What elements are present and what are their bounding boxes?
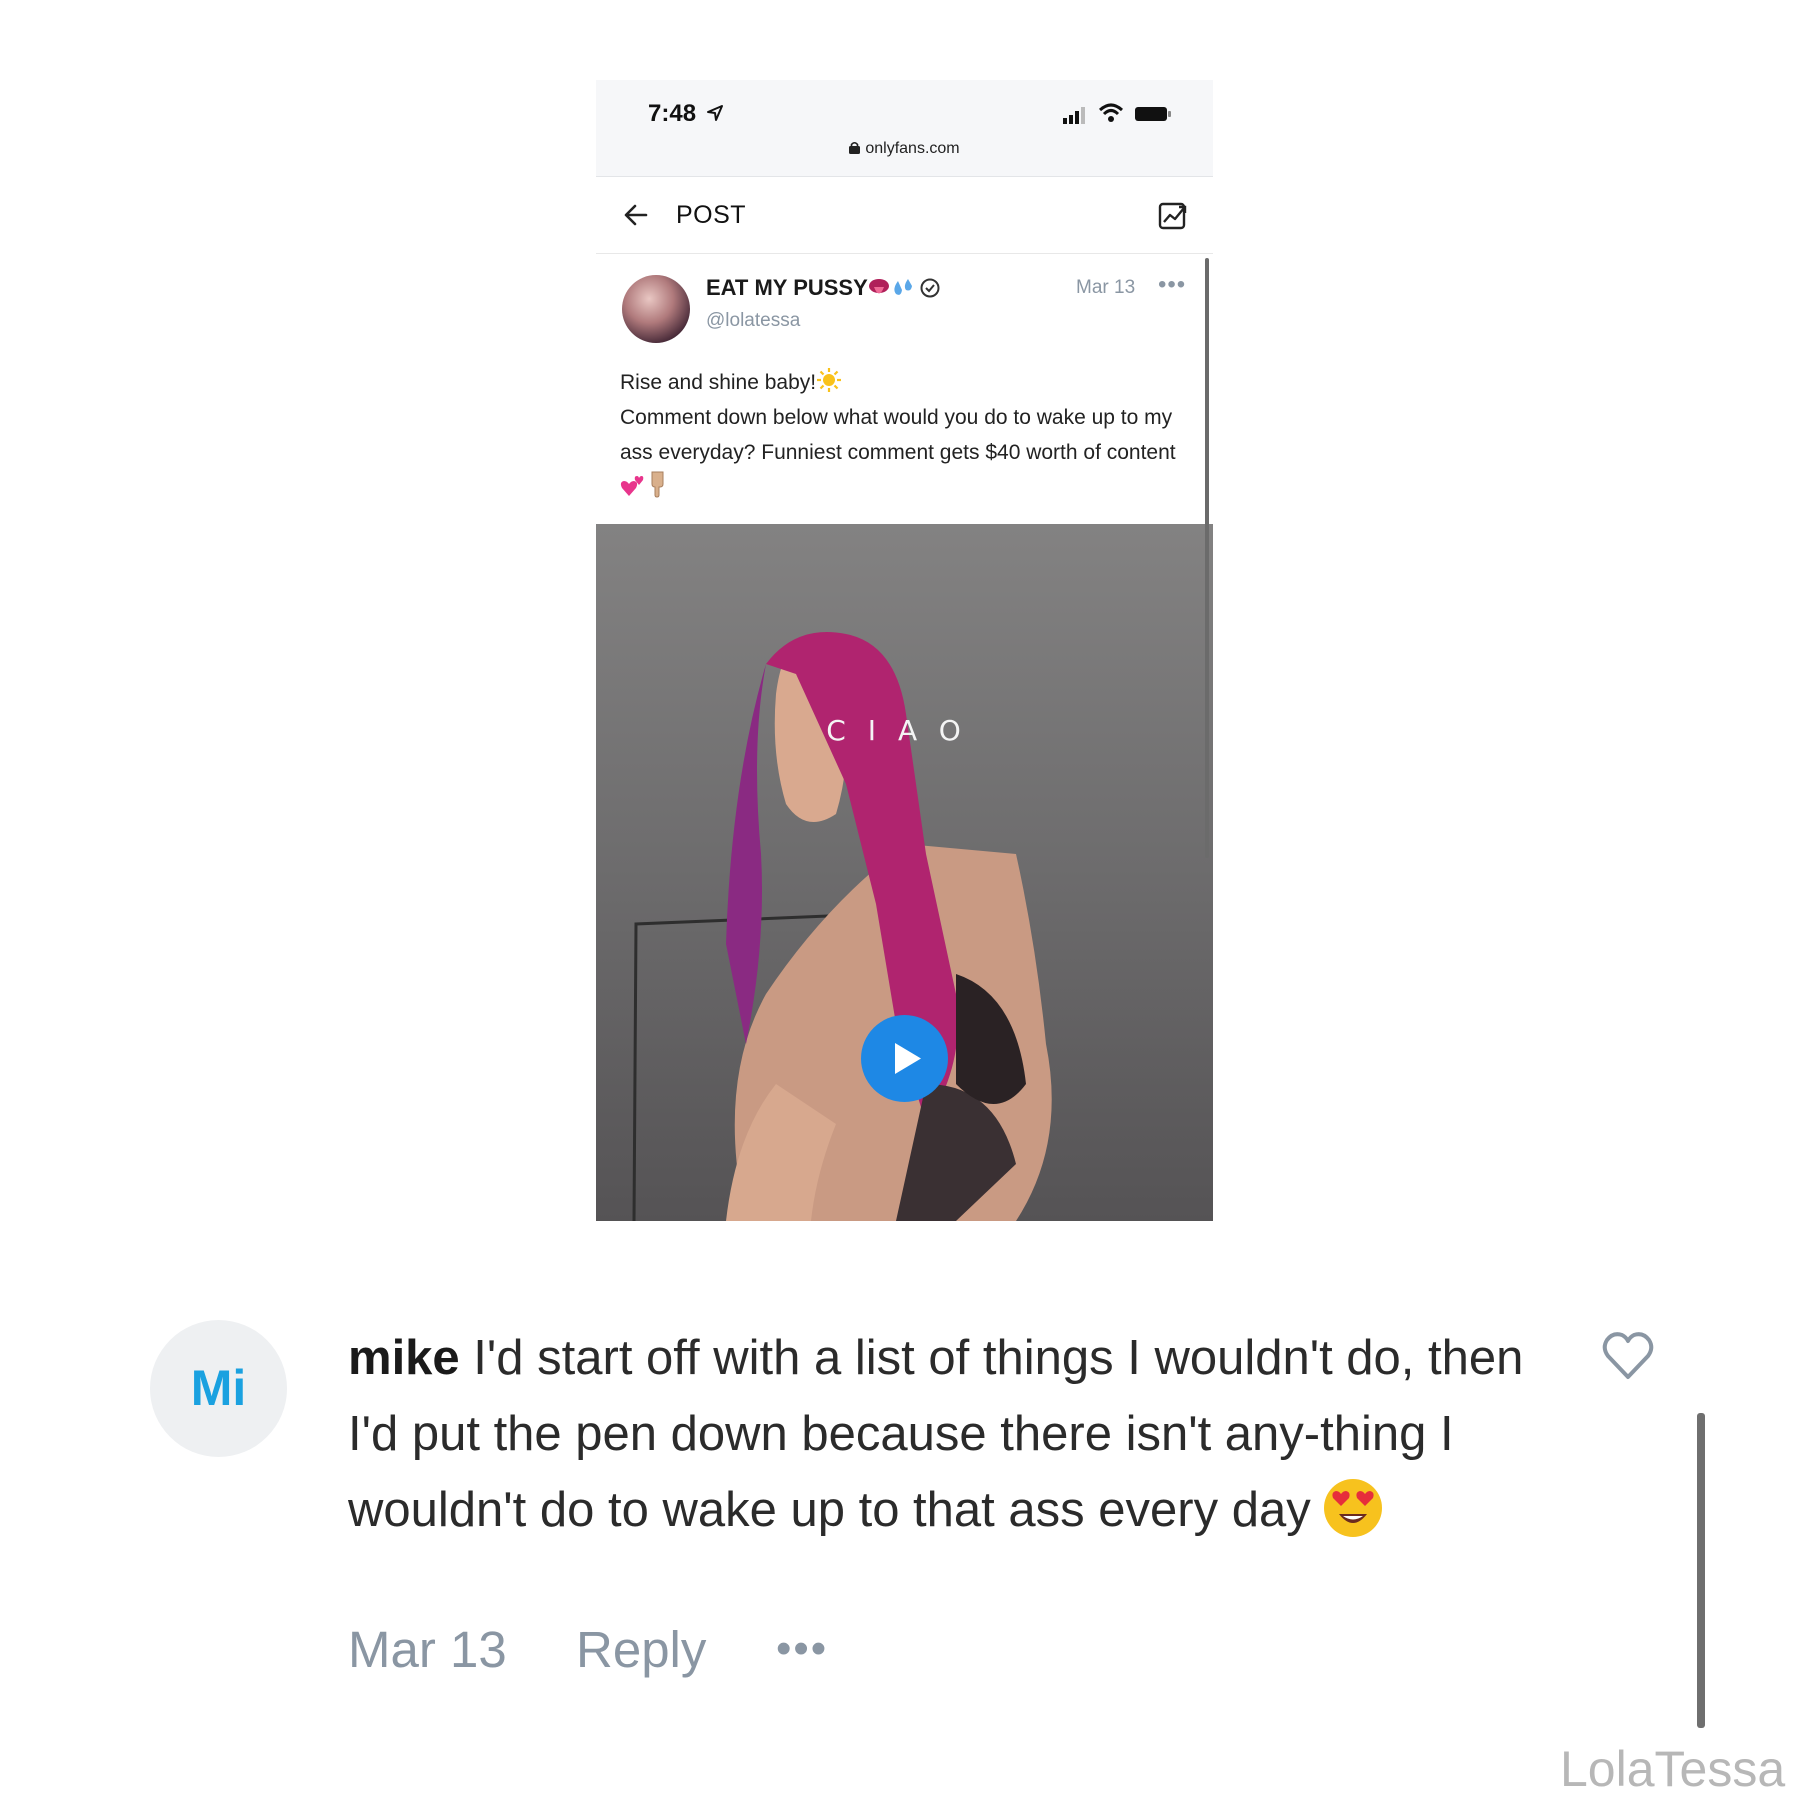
post-text-line: Rise and shine baby! — [620, 365, 1195, 400]
comment-author[interactable]: mike — [348, 1331, 460, 1385]
post-text-second-line: Comment down below what would you do to … — [620, 406, 1176, 464]
commenter-avatar[interactable]: Mi — [150, 1320, 287, 1457]
comment: Mi mike I'd start off with a list of thi… — [0, 1320, 1800, 1720]
page-scrollbar[interactable] — [1205, 258, 1209, 858]
like-heart-icon[interactable] — [1600, 1328, 1656, 1382]
url-text: onlyfans.com — [865, 140, 960, 157]
comment-more-button[interactable]: ••• — [776, 1624, 828, 1674]
url-bar[interactable]: onlyfans.com — [596, 140, 1213, 158]
post-date: Mar 13 — [1076, 277, 1136, 298]
watermark: LolaTessa — [1560, 1741, 1786, 1797]
wifi-icon — [1098, 103, 1124, 122]
display-name-text: EAT MY PUSSY — [706, 275, 868, 300]
video-thumbnail — [632, 632, 1052, 1221]
comment-body: mike I'd start off with a list of things… — [348, 1320, 1548, 1548]
author-display-name[interactable]: EAT MY PUSSY — [706, 275, 941, 301]
page-title: POST — [676, 201, 747, 229]
comment-scrollbar[interactable] — [1697, 1413, 1705, 1728]
post-more-button[interactable]: ••• — [1158, 271, 1186, 299]
post-nav-bar: POST — [596, 177, 1213, 254]
pointing-down-emoji-icon — [651, 471, 664, 498]
verified-badge-icon — [920, 278, 940, 298]
post-text-first-line: Rise and shine baby! — [620, 371, 817, 394]
post-text: Rise and shine baby! Comment down below … — [620, 365, 1195, 505]
sun-emoji-icon — [817, 368, 842, 392]
statistics-icon[interactable] — [1157, 199, 1189, 231]
back-arrow-icon[interactable] — [622, 201, 650, 229]
author-avatar[interactable] — [622, 275, 690, 343]
post-text-body: Comment down below what would you do to … — [620, 400, 1195, 505]
location-arrow-icon — [707, 105, 723, 121]
comment-date: Mar 13 — [348, 1621, 507, 1678]
signal-icon — [1063, 107, 1085, 124]
play-button[interactable] — [861, 1015, 948, 1102]
tongue-emoji-icon — [868, 279, 889, 294]
post-header: EAT MY PUSSY @lolatessa Mar 13 ••• — [596, 255, 1213, 355]
battery-icon — [1135, 107, 1171, 121]
two-hearts-emoji-icon — [620, 476, 644, 496]
sweat-droplets-emoji-icon — [894, 279, 912, 295]
reply-button[interactable]: Reply — [576, 1620, 706, 1679]
heart-eyes-emoji-icon — [1323, 1479, 1382, 1537]
status-bar: 7:48 onlyfans.com — [596, 80, 1213, 177]
post-video[interactable]: CIAO — [596, 524, 1213, 1221]
phone-screenshot: 7:48 onlyfans.com POST EAT MY PUSSY @lol… — [596, 80, 1213, 1221]
status-time: 7:48 — [648, 100, 697, 127]
author-username[interactable]: @lolatessa — [706, 310, 800, 332]
lock-icon — [849, 141, 861, 154]
video-overlay-caption: CIAO — [826, 714, 983, 747]
play-icon — [895, 1043, 921, 1074]
